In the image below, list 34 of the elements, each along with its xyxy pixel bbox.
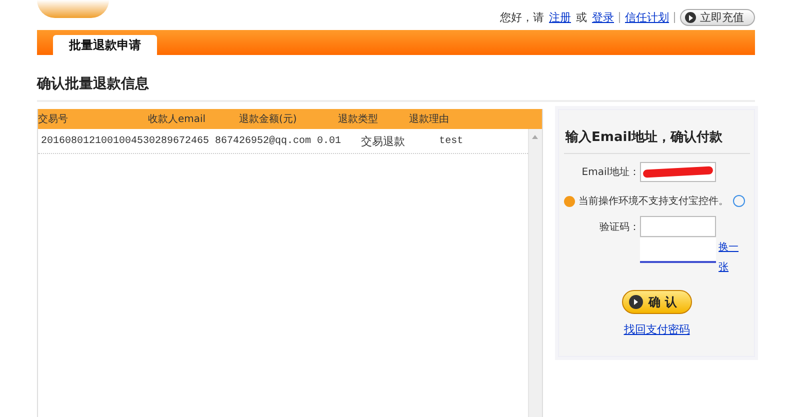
greeting-text: 您好，请: [500, 10, 544, 25]
refresh-captcha-link[interactable]: 换一张: [718, 238, 741, 278]
field-label: 验证码：: [598, 220, 640, 234]
help-icon[interactable]: [732, 195, 745, 207]
table-cell: test: [439, 136, 464, 146]
confirm-button[interactable]: 确 认: [622, 290, 692, 314]
table-cell-text: 交易退款: [361, 134, 406, 148]
header-link[interactable]: 登录: [592, 10, 614, 25]
redaction-mark: [642, 166, 713, 178]
panel-title: 输入Email地址，确认付款: [564, 120, 750, 154]
email-field[interactable]: [640, 162, 716, 182]
table-cell: 867426952@qq.com: [215, 136, 312, 146]
tab[interactable]: 批量退款申请: [53, 35, 157, 55]
warning-icon: [564, 196, 575, 206]
conjunction-text: 或: [576, 10, 587, 25]
recharge-button[interactable]: 立即充值: [680, 9, 755, 26]
captcha-field[interactable]: [640, 216, 716, 237]
table-cell: 2016080121001004530289672465: [41, 136, 210, 146]
header-link[interactable]: 注册: [549, 10, 571, 25]
field-label: Email地址：: [580, 166, 640, 179]
notice-text: 当前操作环境不支持支付宝控件。: [578, 194, 729, 208]
play-icon: [628, 295, 643, 309]
column-header: 退款类型: [338, 112, 379, 126]
section-title: 确认批量退款信息: [37, 75, 755, 102]
column-header: 退款理由: [409, 112, 449, 126]
scrollbar[interactable]: [528, 129, 542, 417]
scroll-up-icon[interactable]: [532, 135, 538, 139]
play-icon: [685, 12, 696, 23]
column-header: 收款人email: [148, 113, 207, 126]
column-header: 退款金额(元): [239, 112, 298, 126]
recover-password-link[interactable]: 找回支付密码: [624, 322, 690, 337]
header-link[interactable]: 信任计划: [625, 10, 669, 25]
column-header: 交易号: [38, 112, 69, 126]
table-cell: 0.01: [317, 136, 342, 146]
